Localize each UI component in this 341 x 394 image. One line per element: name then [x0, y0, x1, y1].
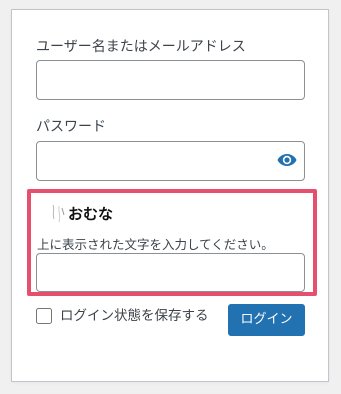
eye-icon [277, 153, 297, 170]
captcha-input[interactable] [36, 253, 305, 292]
remember-me-checkbox[interactable] [36, 308, 52, 324]
username-input[interactable] [36, 60, 305, 100]
captcha-noise-icon [50, 203, 66, 225]
captcha-text: おむな [68, 205, 114, 223]
password-input[interactable] [36, 141, 305, 181]
login-button[interactable]: ログイン [228, 304, 305, 336]
password-label: パスワード [36, 119, 106, 135]
remember-me-row: ログイン状態を保存する [36, 306, 209, 326]
username-label: ユーザー名またはメールアドレス [36, 39, 246, 55]
captcha-instruction: 上に表示された文字を入力してください。 [37, 237, 274, 252]
captcha-box: おむな 上に表示された文字を入力してください。 [27, 189, 317, 296]
login-form-card: ユーザー名またはメールアドレス パスワード おむな 上に表示された文字を入力して… [11, 9, 329, 382]
captcha-image: おむな [50, 201, 113, 227]
remember-me-label[interactable]: ログイン状態を保存する [60, 307, 209, 325]
show-password-button[interactable] [272, 146, 302, 176]
